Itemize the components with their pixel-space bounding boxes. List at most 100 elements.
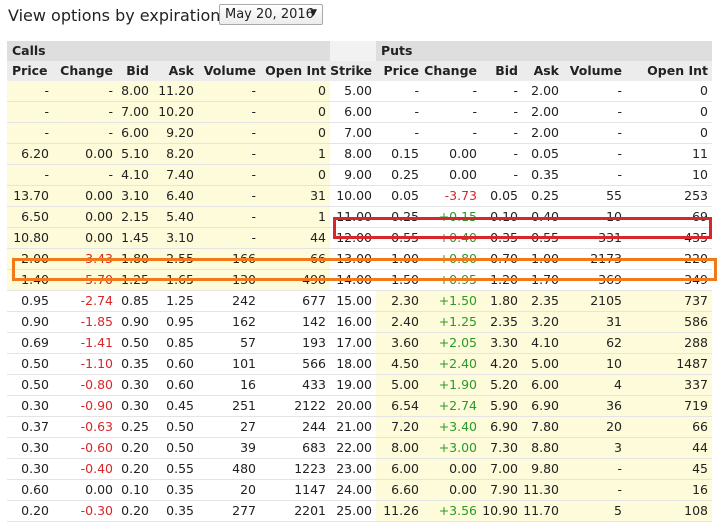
call-open-int: 2122 [260,395,330,417]
table-row[interactable]: 0.50 -0.80 0.30 0.60 16 433 19.00 5.00 +1.90 5.20… [7,374,712,396]
call-volume: 242 [198,290,260,312]
put-open-int: 1487 [626,353,712,375]
table-row[interactable]: - -8.00 11.20-0 5.00- - -2.00-0 [7,81,712,102]
call-open-int: 44 [260,227,330,249]
table-row[interactable]: - -6.00 9.20-0 7.00- - -2.00-0 [7,122,712,144]
options-chain-table: Calls Puts Price Change Bid Ask Volume O… [7,41,712,522]
column-header-row: Price Change Bid Ask Volume Open Int Str… [7,61,712,81]
call-price: 0.37 [7,416,53,438]
put-price: 8.00 [376,437,423,459]
put-bid: 5.20 [481,374,522,396]
call-price: - [7,122,53,144]
table-row[interactable]: 0.60 0.00 0.10 0.35 20 1147 24.00 6.60 0.00 7.90 1… [7,479,712,501]
put-price: 2.40 [376,311,423,333]
put-price: 0.25 [376,164,423,186]
put-price: 3.60 [376,332,423,354]
strike: 22.00 [330,437,376,459]
put-volume: 20 [563,416,626,438]
table-row[interactable]: 6.20 0.00 5.10 8.20-1 8.00 0.15 0.00-0.05-11 [7,143,712,165]
call-change: -0.80 [53,374,117,396]
call-price: 0.60 [7,479,53,501]
call-bid: 4.10 [117,164,153,186]
table-row[interactable]: 0.50 -1.10 0.35 0.60 101 566 18.00 4.50 +2.40 4.2… [7,353,712,375]
put-ask: 0.25 [522,185,563,207]
call-change: - [53,101,117,123]
expiration-select[interactable]: May 20, 2016 ▼ [219,4,323,25]
put-volume: - [563,479,626,501]
table-row[interactable]: 0.95 -2.74 0.85 1.25 242 677 15.00 2.30 +1.50 1.8… [7,290,712,312]
col-call-ask: Ask [153,61,198,81]
call-open-int: 1 [260,206,330,228]
put-volume: - [563,101,626,123]
table-row[interactable]: 0.30 -0.40 0.20 0.55 480 1223 23.00 6.00 0.00 7.0… [7,458,712,480]
put-bid: 5.90 [481,395,522,417]
call-ask: 0.50 [153,416,198,438]
call-bid: 3.10 [117,185,153,207]
strike-section-spacer [330,41,376,61]
put-price: - [376,81,423,102]
table-row[interactable]: 0.37 -0.63 0.25 0.50 27 244 21.00 7.20 +3.40 6.90… [7,416,712,438]
col-call-open-int: Open Int [260,61,330,81]
call-ask: 7.40 [153,164,198,186]
call-volume: - [198,101,260,123]
put-open-int: 11 [626,143,712,165]
put-price: 6.00 [376,458,423,480]
call-open-int: 1147 [260,479,330,501]
call-price: 0.50 [7,353,53,375]
section-header-row: Calls Puts [7,41,712,61]
put-open-int: 0 [626,101,712,123]
put-ask: 0.35 [522,164,563,186]
table-row[interactable]: 0.30 -0.60 0.20 0.50 39 683 22.00 8.00 +3.00 7.30… [7,437,712,459]
table-row[interactable]: 0.30 -0.90 0.30 0.45 251 2122 20.00 6.54 +2.74 5.… [7,395,712,417]
call-bid: 0.30 [117,374,153,396]
put-open-int: 719 [626,395,712,417]
call-volume: - [198,143,260,165]
call-ask: 0.95 [153,311,198,333]
call-bid: 0.10 [117,479,153,501]
call-change: -2.74 [53,290,117,312]
call-bid: 0.85 [117,290,153,312]
table-row[interactable]: 0.20 -0.30 0.20 0.35 277 2201 25.00 11.26 +3.56 1… [7,500,712,522]
table-row[interactable]: 13.70 0.00 3.10 6.40-31 10.00 0.05 -3.73 0.05 0.… [7,185,712,207]
put-bid: - [481,101,522,123]
strike: 21.00 [330,416,376,438]
table-row[interactable]: - -4.10 7.40-0 9.00 0.25 0.00-0.35-10 [7,164,712,186]
put-open-int: 337 [626,374,712,396]
strike: 25.00 [330,500,376,522]
call-ask: 8.20 [153,143,198,165]
call-open-int: 683 [260,437,330,459]
col-call-bid: Bid [117,61,153,81]
call-ask: 1.25 [153,290,198,312]
put-open-int: 586 [626,311,712,333]
call-volume: - [198,227,260,249]
call-volume: 57 [198,332,260,354]
call-change: 0.00 [53,206,117,228]
put-bid: - [481,81,522,102]
put-open-int: 108 [626,500,712,522]
call-open-int: 193 [260,332,330,354]
call-price: 6.50 [7,206,53,228]
put-change: +2.74 [423,395,481,417]
call-change: - [53,81,117,102]
put-change: 0.00 [423,479,481,501]
put-ask: 4.10 [522,332,563,354]
put-volume: - [563,122,626,144]
put-ask: 0.05 [522,143,563,165]
call-price: 13.70 [7,185,53,207]
put-change: - [423,122,481,144]
strike: 8.00 [330,143,376,165]
put-change: +3.40 [423,416,481,438]
strike: 5.00 [330,81,376,102]
put-ask: 2.35 [522,290,563,312]
put-bid: - [481,164,522,186]
strike: 16.00 [330,311,376,333]
table-row[interactable]: 0.90 -1.85 0.90 0.95 162 142 16.00 2.40 +1.25 2.3… [7,311,712,333]
table-row[interactable]: - -7.00 10.20-0 6.00- - -2.00-0 [7,101,712,123]
put-volume: 2105 [563,290,626,312]
put-price: - [376,122,423,144]
put-volume: 55 [563,185,626,207]
call-volume: - [198,122,260,144]
put-volume: 62 [563,332,626,354]
expiration-value: May 20, 2016 [225,7,314,22]
table-row[interactable]: 0.69 -1.41 0.50 0.85 57 193 17.00 3.60 +2.05 3.30… [7,332,712,354]
